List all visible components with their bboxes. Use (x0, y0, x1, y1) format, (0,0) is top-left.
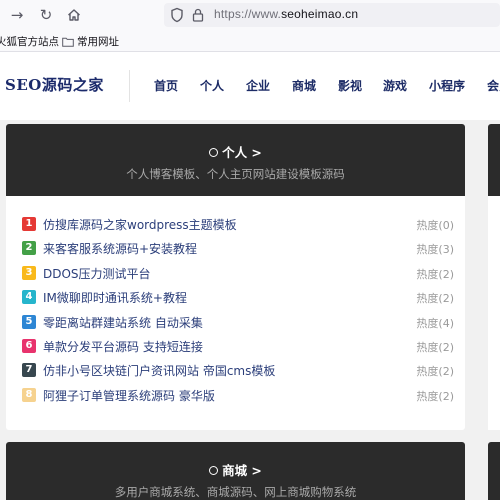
section-title-label: 个人 > (222, 145, 262, 160)
url-text[interactable]: https://www.seoheimao.cn (214, 7, 358, 21)
post-heat: 热度(3) (416, 243, 454, 257)
section-title[interactable]: 个人 > (6, 142, 465, 161)
circle-icon (209, 148, 219, 157)
browser-toolbar: → ↻ https://www.seoheimao.cn (0, 0, 500, 30)
rank-badge: 5 (22, 314, 36, 329)
post-heat: 热度(2) (416, 389, 454, 403)
rank-badge: 1 (22, 217, 36, 231)
nav-personal[interactable]: 个人 (200, 77, 224, 94)
rank-badge: 7 (22, 363, 36, 378)
section-card-personal: 个人 > 个人博客模板、个人主页网站建设模板源码 1 仿搜库源码之家wordpr… (6, 124, 465, 430)
post-heat: 热度(0) (416, 219, 454, 232)
post-title-link[interactable]: 来客客服系统源码+安装教程 (43, 240, 197, 257)
next-column-card-header-2 (488, 442, 500, 500)
nav-member[interactable]: 会员 (487, 77, 500, 94)
rank-badge: 4 (22, 290, 36, 305)
circle-icon (209, 466, 219, 475)
post-heat: 热度(2) (416, 340, 454, 354)
post-title-link[interactable]: 零距离站群建站系统 自动采集 (43, 314, 203, 331)
post-list: 1 仿搜库源码之家wordpress主题模板 热度(0) 2 来客客服系统源码+… (22, 214, 454, 409)
post-heat: 热度(2) (416, 292, 454, 306)
forward-icon[interactable]: → (8, 6, 26, 24)
section-title-label: 商城 > (222, 463, 262, 478)
bookmark-firefox-official[interactable]: 火狐官方站点 (0, 34, 59, 49)
reload-icon[interactable]: ↻ (37, 6, 55, 24)
nav-home[interactable]: 首页 (154, 77, 178, 94)
rank-badge: 8 (22, 387, 36, 402)
section-card-shop: 商城 > 多用户商城系统、商城源码、网上商城购物系统 (6, 442, 465, 500)
post-title-link[interactable]: 仿搜库源码之家wordpress主题模板 (43, 216, 237, 233)
rank-badge: 6 (22, 338, 36, 353)
list-item[interactable]: 4 IM微聊即时通讯系统+教程 热度(2) (22, 287, 454, 311)
home-icon[interactable] (65, 6, 83, 24)
nav-shop[interactable]: 商城 (292, 77, 316, 94)
list-item[interactable]: 6 单款分发平台源码 支持短连接 热度(2) (22, 336, 454, 360)
post-title-link[interactable]: 阿狸子订单管理系统源码 豪华版 (43, 387, 215, 404)
nav-games[interactable]: 游戏 (383, 77, 407, 94)
bookmark-common-sites[interactable]: 常用网址 (62, 34, 119, 49)
post-heat: 热度(2) (416, 365, 454, 379)
rank-badge: 2 (22, 241, 36, 256)
rank-badge: 3 (22, 265, 36, 280)
nav-video[interactable]: 影视 (338, 77, 362, 94)
list-item[interactable]: 2 来客客服系统源码+安装教程 热度(3) (22, 238, 454, 262)
section-subtitle: 多用户商城系统、商城源码、网上商城购物系统 (114, 485, 357, 499)
shield-icon[interactable] (170, 7, 186, 23)
post-title-link[interactable]: DDOS压力测试平台 (43, 265, 151, 282)
site-logo[interactable]: SEO源码之家 (5, 74, 104, 95)
bookmark-common-sites-label: 常用网址 (77, 36, 119, 48)
post-heat: 热度(2) (416, 267, 454, 281)
folder-icon (62, 37, 74, 47)
section-subtitle: 个人博客模板、个人主页网站建设模板源码 (126, 167, 345, 181)
section-title[interactable]: 商城 > (6, 460, 465, 479)
list-item[interactable]: 7 仿非小号区块链门户资讯网站 帝国cms模板 热度(2) (22, 360, 454, 384)
bookmarks-bar: 火狐官方站点 常用网址 (0, 30, 500, 52)
list-item[interactable]: 5 零距离站群建站系统 自动采集 热度(4) (22, 312, 454, 336)
site-header: SEO源码之家 首页 个人 企业 商城 影视 游戏 小程序 会员 (0, 52, 500, 120)
header-divider (129, 70, 130, 102)
post-title-link[interactable]: 仿非小号区块链门户资讯网站 帝国cms模板 (43, 362, 275, 379)
post-title-link[interactable]: 单款分发平台源码 支持短连接 (43, 338, 203, 355)
section-header: 商城 > 多用户商城系统、商城源码、网上商城购物系统 (6, 442, 465, 500)
url-bar[interactable]: https://www.seoheimao.cn (164, 3, 500, 27)
next-column-card-body (488, 196, 500, 430)
list-item[interactable]: 3 DDOS压力测试平台 热度(2) (22, 263, 454, 287)
nav-enterprise[interactable]: 企业 (246, 77, 270, 94)
section-header: 个人 > 个人博客模板、个人主页网站建设模板源码 (6, 124, 465, 196)
next-column-card-header (488, 124, 500, 196)
nav-mini-program[interactable]: 小程序 (429, 77, 465, 94)
list-item[interactable]: 8 阿狸子订单管理系统源码 豪华版 热度(2) (22, 385, 454, 409)
lock-icon[interactable] (191, 7, 207, 23)
post-heat: 热度(4) (416, 316, 454, 330)
list-item[interactable]: 1 仿搜库源码之家wordpress主题模板 热度(0) (22, 214, 454, 238)
post-title-link[interactable]: IM微聊即时通讯系统+教程 (43, 289, 187, 306)
